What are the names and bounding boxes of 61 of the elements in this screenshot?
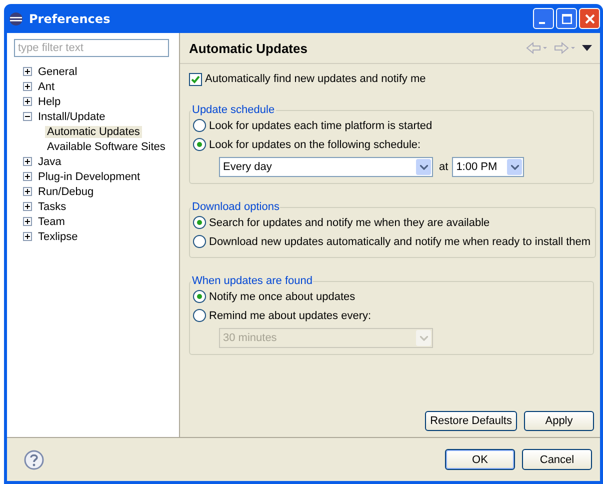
time-dropdown[interactable]: 1:00 PM: [452, 157, 524, 177]
expand-icon[interactable]: [23, 202, 32, 211]
radio-label: Look for updates each time platform is started: [209, 120, 432, 132]
radio-label: Notify me once about updates: [209, 290, 356, 302]
maximize-icon: [562, 14, 572, 24]
chevron-down-icon: [420, 164, 428, 170]
help-icon[interactable]: [24, 450, 44, 470]
radio-label: Look for updates on the following schedule:: [209, 138, 421, 150]
dialog-button[interactable]: OK: [445, 449, 515, 470]
page-button[interactable]: Apply: [524, 411, 594, 431]
minimize-icon: [539, 22, 545, 24]
radio-button[interactable]: [193, 216, 206, 229]
dialog-button[interactable]: Cancel: [522, 449, 592, 470]
tree-item[interactable]: Plug-in Development: [36, 170, 142, 182]
radio-label: Remind me about updates every:: [209, 310, 372, 322]
tree-item[interactable]: Ant: [36, 80, 57, 92]
expand-icon[interactable]: [23, 232, 32, 241]
expand-icon[interactable]: [23, 97, 32, 106]
tree-item[interactable]: Team: [36, 216, 67, 228]
tree-item[interactable]: Available Software Sites: [45, 140, 168, 152]
tree-item[interactable]: Run/Debug: [36, 186, 96, 198]
app-icon: [9, 12, 23, 26]
radio-label: Search for updates and notify me when they are available: [209, 216, 490, 228]
filter-field[interactable]: type filter text: [14, 39, 169, 57]
expand-icon[interactable]: [23, 67, 32, 76]
tree-item[interactable]: Install/Update: [36, 110, 108, 122]
radio-button[interactable]: [193, 138, 206, 151]
radio-button[interactable]: [193, 309, 206, 322]
tree-item[interactable]: Automatic Updates: [45, 126, 142, 138]
minimize-button[interactable]: [533, 8, 554, 29]
chevron-down-icon: [420, 336, 428, 340]
collapse-icon[interactable]: [23, 112, 32, 121]
checkbox[interactable]: [189, 72, 202, 86]
expand-icon[interactable]: [23, 172, 32, 181]
menu-caret-icon[interactable]: [582, 45, 592, 51]
group-title: When updates are found: [191, 275, 314, 287]
at-label: at: [439, 161, 448, 173]
page-title: Automatic Updates: [189, 40, 308, 56]
group-title: Update schedule: [191, 104, 276, 116]
tree-item[interactable]: Tasks: [36, 200, 68, 212]
radio-button[interactable]: [193, 235, 206, 248]
tree-item[interactable]: Help: [36, 96, 63, 108]
tree-item[interactable]: Java: [36, 156, 64, 168]
radio-button[interactable]: [193, 119, 206, 132]
schedule-dropdown[interactable]: Every day: [219, 157, 433, 177]
tree-item[interactable]: General: [36, 66, 80, 78]
checkbox-label: Automatically find new updates and notify me: [205, 73, 426, 85]
close-icon: [584, 14, 594, 24]
close-button[interactable]: [579, 8, 600, 29]
expand-icon[interactable]: [23, 82, 32, 91]
expand-icon[interactable]: [23, 157, 32, 166]
window-title: Preferences: [29, 12, 110, 26]
group-title: Download options: [191, 201, 280, 213]
expand-icon[interactable]: [23, 217, 32, 226]
radio-label: Download new updates automatically and notify me when ready to install them: [209, 236, 591, 248]
maximize-button[interactable]: [556, 8, 577, 29]
page-button[interactable]: Restore Defaults: [425, 411, 517, 431]
chevron-down-icon: [510, 164, 519, 170]
radio-button[interactable]: [193, 290, 206, 303]
expand-icon[interactable]: [23, 187, 32, 196]
tree-item[interactable]: Texlipse: [36, 230, 80, 242]
